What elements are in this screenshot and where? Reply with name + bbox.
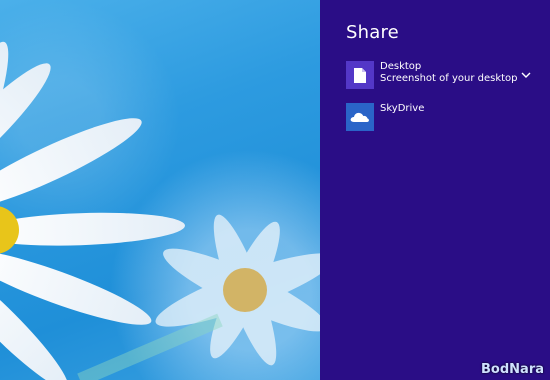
foreground-daisy — [0, 41, 185, 380]
share-target-name: Desktop — [380, 61, 422, 72]
share-target-desktop[interactable]: Desktop Screenshot of your desktop — [346, 61, 536, 91]
share-target-skydrive[interactable]: SkyDrive — [346, 103, 536, 133]
daisy-photo — [0, 41, 320, 380]
chevron-down-icon[interactable] — [520, 70, 532, 80]
skydrive-tile — [346, 103, 374, 131]
desktop-tile — [346, 61, 374, 89]
share-target-name: SkyDrive — [380, 103, 425, 114]
watermark-logo: BodNara — [481, 362, 544, 377]
desktop-wallpaper — [0, 0, 320, 380]
document-icon — [354, 67, 366, 83]
panel-title: Share — [346, 22, 399, 43]
share-charm-panel: Share Desktop Screenshot of your desktop… — [320, 0, 550, 380]
share-target-description: Screenshot of your desktop — [380, 73, 518, 84]
cloud-icon — [350, 112, 369, 122]
